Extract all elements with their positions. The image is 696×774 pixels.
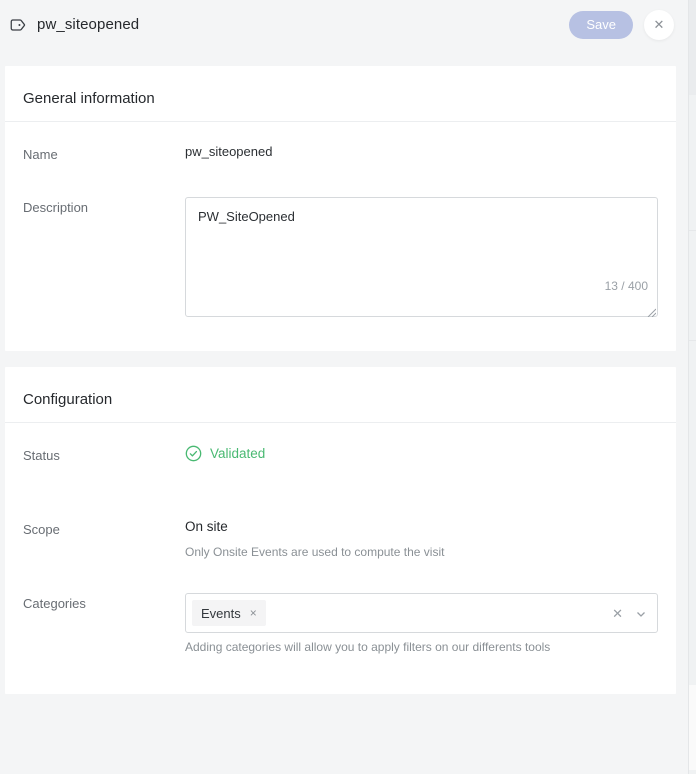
status-label: Status	[23, 445, 185, 463]
categories-help-text: Adding categories will allow you to appl…	[185, 640, 658, 654]
select-clear-icon[interactable]: ✕	[612, 607, 623, 620]
select-right-icons: ✕	[612, 607, 647, 620]
configuration-card-body: Status Validated Scope On site Only Onsi…	[5, 423, 676, 694]
event-edit-drawer: pw_siteopened Save ✕ General information…	[0, 0, 688, 774]
categories-select[interactable]: Events × ✕	[185, 593, 658, 633]
chip-remove-icon[interactable]: ×	[250, 607, 257, 619]
scope-value-block: On site Only Onsite Events are used to c…	[185, 519, 658, 559]
save-button[interactable]: Save	[569, 11, 633, 39]
name-row: Name pw_siteopened	[23, 144, 658, 162]
name-label: Name	[23, 144, 185, 162]
page-edge-line	[689, 340, 696, 341]
status-row: Status Validated	[23, 445, 658, 463]
check-circle-icon	[185, 445, 202, 462]
scope-label: Scope	[23, 519, 185, 537]
description-row: Description PW_SiteOpened 13 / 400	[23, 197, 658, 317]
chevron-down-icon[interactable]	[635, 607, 647, 619]
scope-row: Scope On site Only Onsite Events are use…	[23, 519, 658, 559]
section-title-configuration: Configuration	[5, 367, 676, 423]
name-value: pw_siteopened	[185, 144, 658, 159]
description-textarea[interactable]: PW_SiteOpened	[185, 197, 658, 317]
category-chip-events: Events ×	[192, 600, 266, 626]
status-value: Validated	[210, 446, 265, 461]
close-button[interactable]: ✕	[644, 10, 674, 40]
page-edge-block	[689, 685, 696, 770]
tag-icon	[8, 15, 28, 35]
categories-row: Categories Events × ✕	[23, 593, 658, 654]
scope-value: On site	[185, 519, 658, 534]
configuration-card: Configuration Status Validated Scope	[5, 367, 676, 694]
scope-help-text: Only Onsite Events are used to compute t…	[185, 545, 658, 559]
categories-label: Categories	[23, 593, 185, 611]
section-title-general: General information	[5, 66, 676, 122]
category-chip-label: Events	[201, 606, 241, 621]
description-label: Description	[23, 197, 185, 215]
categories-field-block: Events × ✕ Adding categories	[185, 593, 658, 654]
page-edge-line	[689, 230, 696, 231]
status-value-line: Validated	[185, 445, 658, 462]
description-field-wrap: PW_SiteOpened 13 / 400	[185, 197, 658, 317]
general-card-body: Name pw_siteopened Description PW_SiteOp…	[5, 122, 676, 351]
drawer-header: pw_siteopened Save ✕	[0, 0, 688, 49]
page-edge-block	[689, 0, 696, 95]
general-information-card: General information Name pw_siteopened D…	[5, 66, 676, 351]
close-icon: ✕	[654, 18, 665, 31]
page-edge-strip	[688, 0, 696, 774]
page-title: pw_siteopened	[37, 16, 139, 33]
